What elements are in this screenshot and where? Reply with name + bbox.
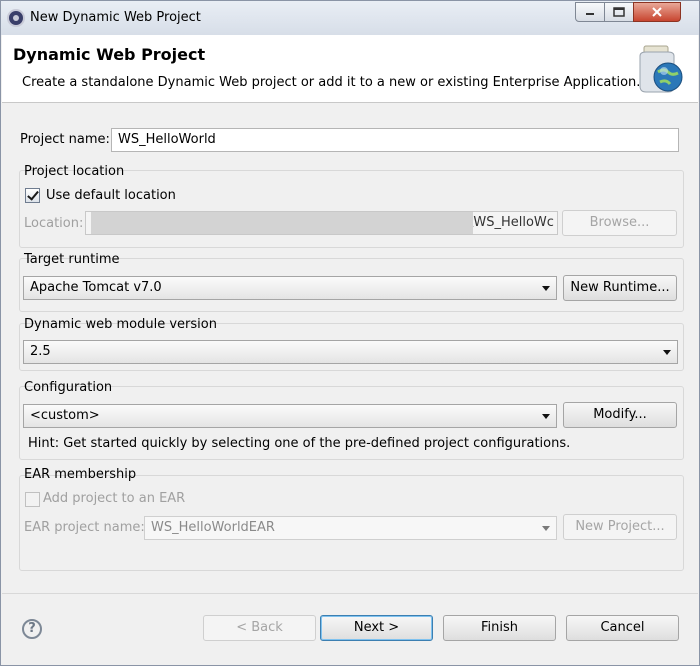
browse-button[interactable]: Browse... [562, 210, 677, 236]
close-icon [652, 7, 662, 17]
ear-project-name-label: EAR project name: [24, 520, 145, 535]
close-button[interactable] [633, 2, 681, 22]
modify-button[interactable]: Modify... [563, 402, 677, 428]
project-location-label: Project location [24, 164, 125, 179]
dialog-window: New Dynamic Web Project Dynamic Web Proj… [0, 0, 700, 666]
new-runtime-button[interactable]: New Runtime... [563, 275, 677, 301]
next-button[interactable]: Next > [320, 615, 433, 641]
configuration-select[interactable]: <custom> [23, 404, 557, 428]
configuration-value: <custom> [30, 408, 100, 423]
module-version-label: Dynamic web module version [24, 317, 217, 332]
add-to-ear-checkbox[interactable] [25, 492, 40, 507]
maximize-icon [613, 7, 625, 17]
configuration-hint: Hint: Get started quickly by selecting o… [28, 436, 571, 451]
add-to-ear-label: Add project to an EAR [43, 491, 186, 506]
configuration-label: Configuration [24, 380, 113, 395]
ear-project-name-value: WS_HelloWorldEAR [151, 520, 275, 535]
ear-membership-label: EAR membership [24, 467, 137, 482]
module-version-value: 2.5 [30, 344, 51, 359]
location-path-redacted [91, 212, 473, 234]
minimize-icon [586, 13, 594, 15]
location-label: Location: [24, 216, 84, 231]
minimize-button[interactable] [575, 2, 605, 22]
use-default-location-label: Use default location [46, 188, 176, 203]
dropdown-arrow-icon [542, 286, 550, 291]
new-ear-project-button[interactable]: New Project... [563, 514, 677, 540]
eclipse-app-icon [7, 9, 25, 27]
project-name-input[interactable]: WS_HelloWorld [111, 128, 679, 152]
target-runtime-label: Target runtime [24, 252, 120, 267]
target-runtime-value: Apache Tomcat v7.0 [30, 280, 162, 295]
wizard-title: Dynamic Web Project [13, 45, 206, 64]
wizard-footer: ? < Back Next > Finish Cancel [2, 593, 698, 665]
title-bar[interactable]: New Dynamic Web Project [1, 1, 699, 35]
target-runtime-select[interactable]: Apache Tomcat v7.0 [23, 276, 557, 300]
wizard-header: Dynamic Web Project Create a standalone … [2, 35, 698, 103]
wizard-description: Create a standalone Dynamic Web project … [22, 75, 641, 90]
wizard-body: Project name: WS_HelloWorld Project loca… [2, 103, 698, 593]
back-button[interactable]: < Back [203, 615, 316, 641]
project-name-label: Project name: [20, 132, 110, 147]
dropdown-arrow-icon [663, 350, 671, 355]
help-icon[interactable]: ? [22, 619, 42, 639]
project-location-group [19, 170, 684, 248]
finish-button[interactable]: Finish [443, 615, 556, 641]
dropdown-arrow-icon [542, 526, 550, 531]
dropdown-arrow-icon [542, 414, 550, 419]
ear-project-name-select[interactable]: WS_HelloWorldEAR [144, 516, 557, 540]
location-path-suffix: \WS_HelloWc [469, 215, 554, 230]
web-project-jar-icon [639, 45, 683, 93]
use-default-location-checkbox[interactable] [25, 188, 40, 203]
module-version-select[interactable]: 2.5 [23, 340, 678, 364]
cancel-button[interactable]: Cancel [566, 615, 679, 641]
window-title: New Dynamic Web Project [30, 10, 201, 25]
maximize-button[interactable] [604, 2, 634, 22]
